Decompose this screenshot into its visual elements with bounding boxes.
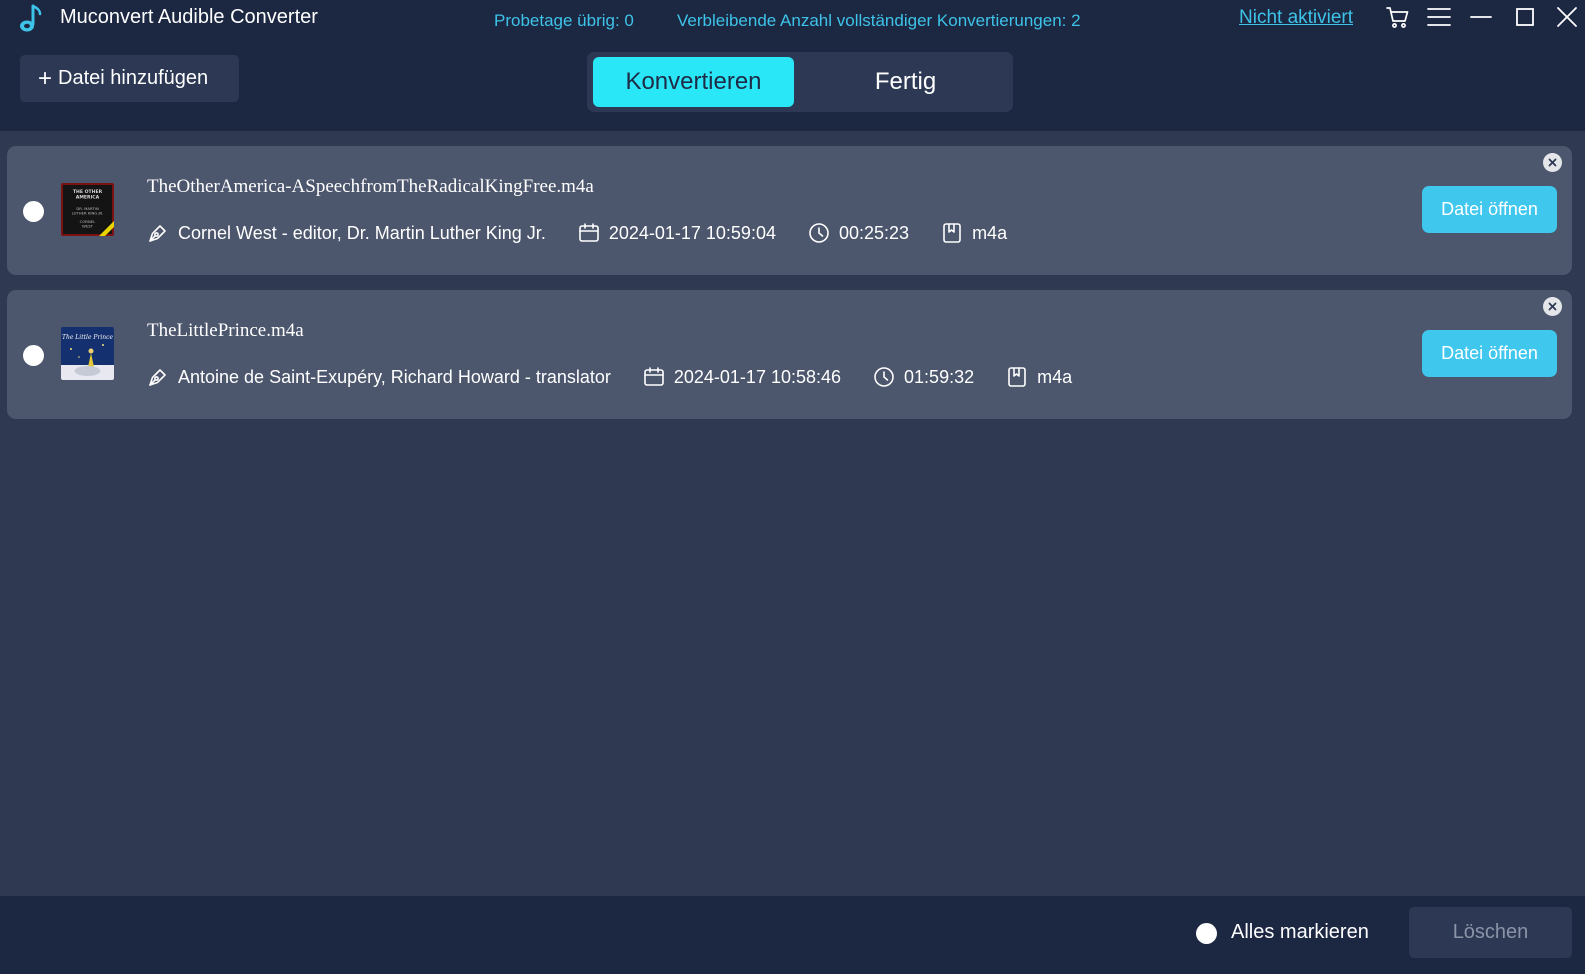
tab-convert[interactable]: Konvertieren xyxy=(593,57,794,107)
pen-icon xyxy=(149,225,166,242)
format-meta: m4a xyxy=(1006,366,1072,388)
format-text: m4a xyxy=(972,222,1008,243)
footer-bar: Alles markieren Löschen xyxy=(0,896,1585,974)
author-text: Cornel West - editor, Dr. Martin Luther … xyxy=(178,222,546,243)
close-icon xyxy=(1548,158,1557,167)
file-name: TheOtherAmerica-ASpeechfromTheRadicalKin… xyxy=(147,176,594,197)
menu-icon[interactable] xyxy=(1426,4,1452,30)
duration-text: 01:59:32 xyxy=(904,366,975,387)
calendar-icon xyxy=(644,367,664,386)
clock-icon xyxy=(809,223,829,243)
select-file-radio[interactable] xyxy=(23,345,44,366)
cover-text: THE OTHER xyxy=(73,189,103,195)
tab-group: Konvertieren Fertig xyxy=(587,52,1013,112)
date-text: 2024-01-17 10:59:04 xyxy=(608,222,776,243)
close-icon[interactable] xyxy=(1554,4,1580,30)
open-file-button[interactable]: Datei öffnen xyxy=(1422,330,1557,377)
cover-text: WEST xyxy=(82,224,94,229)
select-all-radio[interactable] xyxy=(1196,923,1217,944)
delete-button[interactable]: Löschen xyxy=(1409,907,1572,958)
header: Muconvert Audible Converter Probetage üb… xyxy=(0,0,1585,131)
date-meta: 2024-01-17 10:59:04 xyxy=(578,222,776,244)
cart-icon[interactable] xyxy=(1385,4,1411,30)
add-file-label: Datei hinzufügen xyxy=(58,67,209,89)
file-format-icon xyxy=(943,223,961,243)
file-format-icon xyxy=(1008,367,1026,387)
file-card: The Little Prince TheLittlePrince.m4a An… xyxy=(7,290,1572,419)
duration-meta: 00:25:23 xyxy=(808,222,909,244)
maximize-icon[interactable] xyxy=(1512,4,1538,30)
activation-link[interactable]: Nicht aktiviert xyxy=(1239,7,1353,29)
plus-icon: + xyxy=(38,64,53,92)
tab-done[interactable]: Fertig xyxy=(805,57,1006,107)
select-file-radio[interactable] xyxy=(23,201,44,222)
file-list: THE OTHER AMERICA DR. MARTIN LUTHER KING… xyxy=(0,131,1585,896)
duration-meta: 01:59:32 xyxy=(873,366,974,388)
remove-file-button[interactable] xyxy=(1543,297,1562,316)
author-text: Antoine de Saint-Exupéry, Richard Howard… xyxy=(178,366,611,387)
cover-text: LUTHER KING JR. xyxy=(72,211,104,216)
music-note-icon xyxy=(16,3,44,35)
book-cover-image: THE OTHER AMERICA DR. MARTIN LUTHER KING… xyxy=(61,183,114,236)
file-meta: Cornel West - editor, Dr. Martin Luther … xyxy=(147,222,1039,244)
file-name: TheLittlePrince.m4a xyxy=(147,320,304,341)
author-meta: Cornel West - editor, Dr. Martin Luther … xyxy=(147,222,546,244)
format-text: m4a xyxy=(1037,366,1073,387)
add-file-button[interactable]: + Datei hinzufügen xyxy=(20,55,239,102)
app-window: Muconvert Audible Converter Probetage üb… xyxy=(0,0,1585,974)
duration-text: 00:25:23 xyxy=(838,222,910,243)
remove-file-button[interactable] xyxy=(1543,153,1562,172)
book-cover-image: The Little Prince xyxy=(61,327,114,380)
select-all-label[interactable]: Alles markieren xyxy=(1231,921,1369,944)
date-text: 2024-01-17 10:58:46 xyxy=(673,366,842,387)
calendar-icon xyxy=(579,223,599,242)
date-meta: 2024-01-17 10:58:46 xyxy=(643,366,841,388)
app-title: Muconvert Audible Converter xyxy=(60,6,318,28)
remaining-conversions-text: Verbleibende Anzahl vollständiger Konver… xyxy=(677,11,1081,30)
pen-icon xyxy=(149,369,166,386)
file-card: THE OTHER AMERICA DR. MARTIN LUTHER KING… xyxy=(7,146,1572,275)
author-meta: Antoine de Saint-Exupéry, Richard Howard… xyxy=(147,366,611,388)
cover-text: AMERICA xyxy=(76,195,100,201)
minimize-icon[interactable] xyxy=(1468,4,1494,30)
close-icon xyxy=(1548,302,1557,311)
clock-icon xyxy=(874,367,894,387)
cover-text: The Little Prince xyxy=(62,334,113,341)
file-meta: Antoine de Saint-Exupéry, Richard Howard… xyxy=(147,366,1104,388)
open-file-button[interactable]: Datei öffnen xyxy=(1422,186,1557,233)
trial-days-text: Probetage übrig: 0 xyxy=(494,11,634,30)
format-meta: m4a xyxy=(941,222,1007,244)
